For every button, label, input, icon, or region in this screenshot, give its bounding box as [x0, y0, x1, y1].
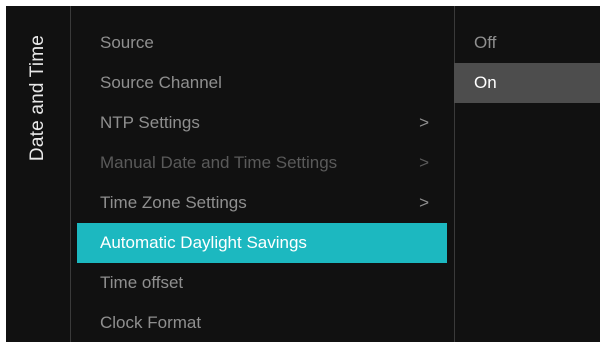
chevron-right-icon: > [419, 153, 429, 172]
menu-item-label: Automatic Daylight Savings [100, 233, 307, 252]
menu-item-time-offset[interactable]: Time offset [77, 263, 447, 303]
chevron-right-icon: > [419, 193, 429, 212]
option-on[interactable]: On [454, 63, 600, 103]
menu-item-automatic-daylight-savings[interactable]: Automatic Daylight Savings [77, 223, 447, 263]
divider-left [70, 6, 71, 342]
menu-item-source[interactable]: Source [77, 23, 447, 63]
menu-item-label: Manual Date and Time Settings [100, 153, 338, 172]
settings-menu: Source Source Channel NTP Settings > Man… [77, 23, 447, 342]
menu-item-time-zone-settings[interactable]: Time Zone Settings > [77, 183, 447, 223]
chevron-right-icon: > [419, 113, 429, 132]
menu-item-ntp-settings[interactable]: NTP Settings > [77, 103, 447, 143]
panel-title-area: Date and Time [6, 6, 70, 342]
panel-title: Date and Time [27, 34, 48, 162]
menu-item-source-channel[interactable]: Source Channel [77, 63, 447, 103]
option-label: Off [474, 33, 497, 52]
tv-settings-screen: Date and Time Source Source Channel NTP … [6, 6, 600, 342]
option-label: On [474, 73, 497, 92]
menu-item-label: Source [100, 33, 154, 52]
option-off[interactable]: Off [454, 23, 600, 63]
menu-item-clock-format[interactable]: Clock Format [77, 303, 447, 342]
menu-item-label: Source Channel [100, 73, 222, 92]
menu-item-label: NTP Settings [100, 113, 200, 132]
menu-item-label: Time Zone Settings [100, 193, 247, 212]
menu-item-label: Time offset [100, 273, 184, 292]
menu-item-manual-date-time[interactable]: Manual Date and Time Settings > [77, 143, 447, 183]
menu-item-label: Clock Format [100, 313, 202, 332]
option-list: Off On [454, 23, 600, 103]
